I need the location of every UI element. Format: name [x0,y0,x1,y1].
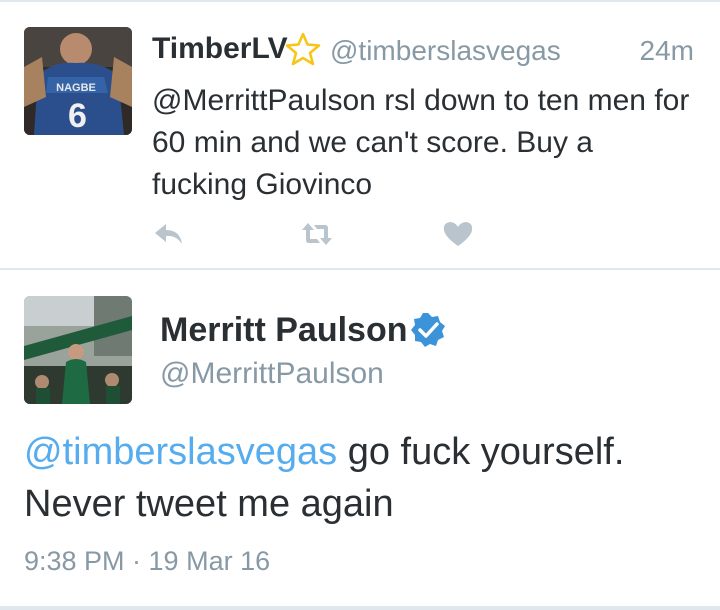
star-icon [285,32,321,66]
avatar-image: NAGBE 6 [24,27,132,135]
reply-icon[interactable] [152,220,186,248]
tweet-text: @MerrittPaulson rsl down to ten men for … [152,84,690,201]
retweet-icon[interactable] [300,220,334,248]
jersey-name: NAGBE [56,82,96,94]
display-name[interactable]: TimberLV [152,32,288,66]
tweet-timestamp[interactable]: 9:38 PM · 19 Mar 16 [24,546,270,577]
display-name[interactable]: Merritt Paulson [160,311,407,350]
avatar[interactable]: NAGBE 6 [24,27,132,135]
tweet-divider [0,268,720,270]
avatar-image [24,296,132,404]
verified-badge-icon [411,313,445,347]
tweet-timberlv[interactable]: NAGBE 6 TimberLV @timberslasvegas 24m @M… [0,0,720,268]
user-handle[interactable]: @timberslasvegas [330,35,561,67]
tweet-text: @timberslasvegas go fuck yourself. Never… [24,426,704,530]
user-handle[interactable]: @MerrittPaulson [160,357,384,391]
mention-link[interactable]: @timberslasvegas [24,431,337,473]
avatar[interactable] [24,296,132,404]
jersey-number: 6 [68,97,87,135]
like-icon[interactable] [441,220,475,248]
tweet-time[interactable]: 24m [640,35,694,67]
bottom-divider [0,606,720,610]
